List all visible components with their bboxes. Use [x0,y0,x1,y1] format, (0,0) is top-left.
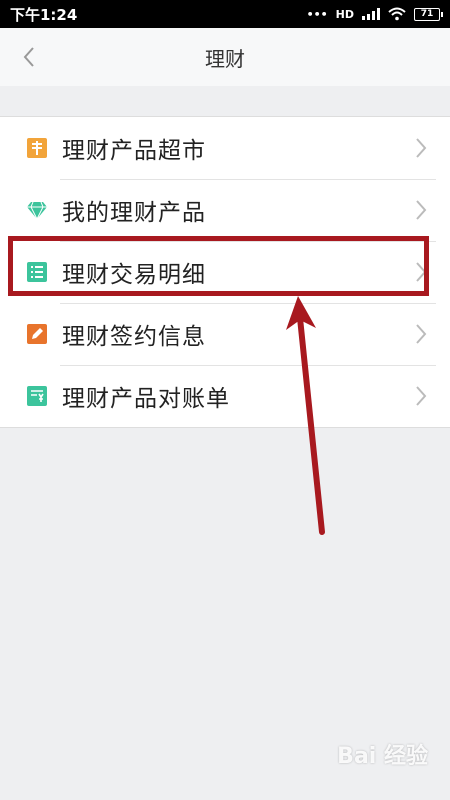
chevron-right-icon [416,262,427,282]
chevron-right-icon [416,200,427,220]
menu-item-label: 我的理财产品 [62,200,206,226]
chevron-left-icon [23,47,34,67]
menu-item-transaction-details[interactable]: 理财交易明细 [0,241,450,303]
chevron-right-icon [416,138,427,158]
baidu-jingyan-watermark: Bai 经验 [337,744,428,769]
signal-icon [362,8,380,20]
menu-item-label: 理财产品超市 [62,138,206,164]
chevron-right-icon [416,386,427,406]
dots-icon: ••• [306,7,328,21]
wifi-icon [388,7,406,21]
finance-menu: 理财产品超市 我的理财产品 理财交易明细 理财签约信息 理财产品对账单 [0,116,450,428]
page-title: 理财 [205,46,245,71]
status-bar: 下午1:24 ••• HD 71 [0,0,450,28]
menu-item-label: 理财交易明细 [62,262,206,288]
status-time: 下午1:24 [10,5,78,24]
statement-icon [26,385,48,407]
battery-level: 71 [420,8,434,19]
menu-item-product-market[interactable]: 理财产品超市 [0,117,450,179]
menu-item-my-products[interactable]: 我的理财产品 [0,179,450,241]
chevron-right-icon [416,324,427,344]
hd-label: HD [335,7,354,21]
list-detail-icon [26,261,48,283]
menu-item-label: 理财产品对账单 [62,386,230,412]
diamond-icon [26,199,48,221]
menu-item-signing-info[interactable]: 理财签约信息 [0,303,450,365]
market-icon [26,137,48,159]
back-button[interactable] [14,42,44,72]
menu-item-statement[interactable]: 理财产品对账单 [0,365,450,427]
status-icons: ••• HD 71 [306,7,443,21]
navigation-bar: 理财 [0,28,450,86]
battery-icon: 71 [414,7,443,21]
menu-item-label: 理财签约信息 [62,324,206,350]
edit-icon [26,323,48,345]
